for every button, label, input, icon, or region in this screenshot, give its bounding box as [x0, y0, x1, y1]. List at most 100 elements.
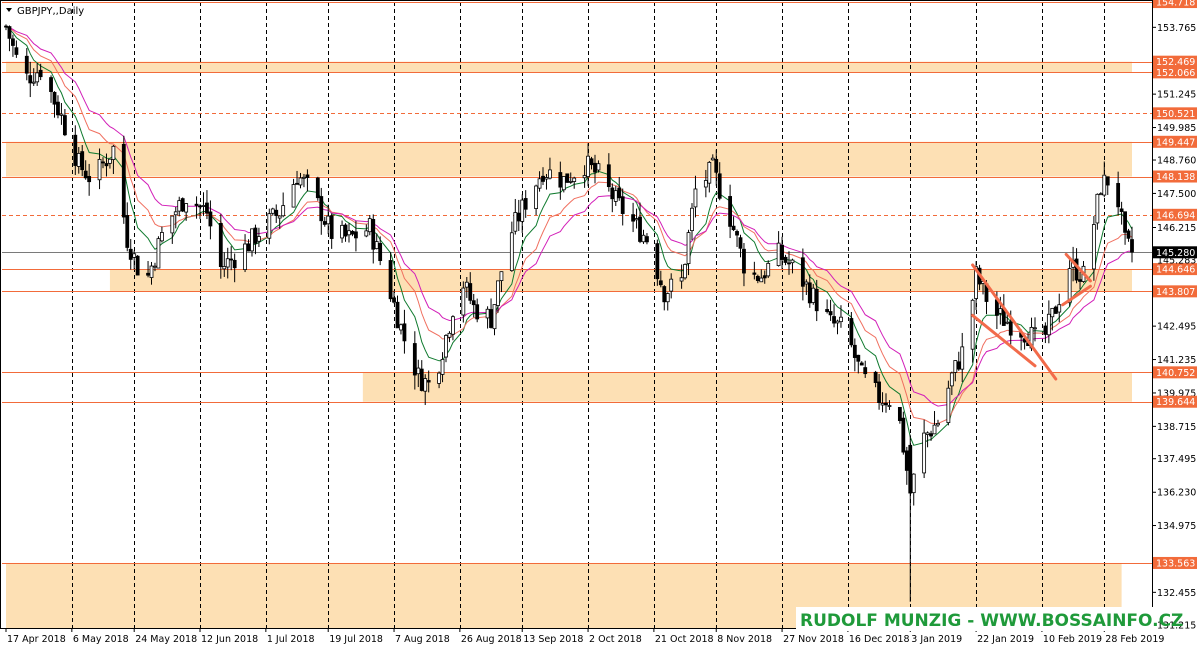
- candle-body: [1123, 211, 1127, 233]
- price-tag-label: 152.066: [1156, 68, 1195, 79]
- candle-body: [568, 180, 573, 183]
- candle-body: [225, 258, 230, 268]
- candle-body: [714, 158, 719, 173]
- candle-body: [780, 244, 784, 260]
- candle-body: [364, 230, 369, 237]
- candle-body: [412, 343, 417, 376]
- y-tick-label: 141.235: [1157, 355, 1196, 366]
- candle-body: [243, 243, 247, 270]
- x-tick-label: 2 Oct 2018: [589, 634, 642, 645]
- candle-body: [832, 316, 836, 324]
- candle-body: [38, 69, 43, 78]
- candle-body: [194, 203, 199, 206]
- candle-body: [582, 175, 587, 179]
- candle-body: [1046, 313, 1051, 336]
- candle-body: [201, 205, 206, 207]
- candle-body: [880, 402, 885, 406]
- candle-body: [205, 202, 209, 214]
- candle-body: [1043, 325, 1048, 335]
- candle-body: [641, 234, 646, 243]
- candle-body: [1078, 279, 1082, 282]
- y-tick-label: 134.975: [1157, 521, 1196, 532]
- candle-body: [177, 200, 182, 212]
- candle-body: [451, 316, 455, 335]
- candle-body: [572, 177, 577, 182]
- price-tag-label: 148.138: [1156, 172, 1195, 183]
- candle-body: [1102, 174, 1107, 196]
- candle-body: [887, 405, 892, 407]
- candle-body: [863, 367, 868, 375]
- y-tick-label: 146.215: [1157, 223, 1196, 234]
- candle-body: [523, 198, 528, 210]
- candle-body: [922, 432, 927, 474]
- candle-body: [184, 203, 189, 213]
- candle-body: [489, 309, 493, 328]
- candle-body: [1074, 258, 1079, 281]
- price-tag-label: 133.563: [1156, 558, 1195, 569]
- candle-body: [62, 115, 67, 136]
- candle-body: [340, 224, 344, 239]
- candle-body: [471, 300, 476, 306]
- watermark-text: RUDOLF MUNZIG - WWW.BOSSAINFO.CZ: [800, 611, 1183, 631]
- candle-body: [374, 241, 379, 250]
- candle-body: [281, 205, 286, 217]
- candle-body: [1095, 193, 1100, 224]
- candle-body: [742, 248, 746, 274]
- candle-body: [884, 402, 888, 406]
- candle-body: [561, 176, 566, 191]
- candle-body: [606, 164, 611, 188]
- y-tick-label: 136.230: [1157, 488, 1196, 499]
- x-tick-label: 6 May 2018: [73, 634, 129, 645]
- candle-body: [444, 335, 448, 358]
- y-tick-label: 138.715: [1157, 422, 1196, 433]
- chart-container: 153.765 151.245 149.985 148.760 147.500 146.2…: [0, 0, 1200, 650]
- candle-body: [1119, 208, 1124, 212]
- candle-body: [908, 444, 913, 494]
- candle-body: [229, 258, 234, 261]
- candle-body: [596, 163, 601, 171]
- candle-body: [83, 170, 88, 179]
- candle-body: [1105, 176, 1110, 186]
- candle-body: [35, 72, 40, 83]
- candle-body: [936, 423, 940, 426]
- candle-body: [419, 368, 424, 391]
- candle-body: [811, 287, 816, 303]
- x-tick-label: 24 May 2018: [135, 634, 197, 645]
- x-tick-label: 28 Feb 2019: [1105, 634, 1164, 645]
- candle-body: [135, 255, 140, 276]
- price-tag-label: 149.447: [1156, 137, 1195, 148]
- candle-body: [839, 316, 843, 323]
- zone-1: [6, 141, 1132, 177]
- candle-body: [638, 216, 642, 242]
- x-tick-label: 27 Nov 2018: [783, 634, 844, 645]
- candle-body: [752, 272, 757, 275]
- candle-body: [298, 177, 303, 186]
- candle-body: [662, 286, 667, 303]
- chart-title: GBPJPY,,Daily: [17, 6, 84, 17]
- candle-body: [970, 299, 975, 350]
- candle-body: [544, 177, 549, 180]
- x-tick-label: 13 Sep 2018: [523, 634, 583, 645]
- y-tick-label: 149.985: [1157, 123, 1196, 134]
- chart-title-group: GBPJPY,,Daily: [6, 6, 84, 17]
- candle-body: [499, 271, 504, 282]
- candle-body: [620, 196, 625, 214]
- candle-body: [787, 262, 791, 265]
- candle-body: [925, 432, 930, 435]
- candle-body: [475, 304, 480, 320]
- candle-body: [509, 232, 514, 272]
- candle-body: [665, 293, 670, 303]
- candle-body: [800, 257, 805, 287]
- x-tick-label: 8 Nov 2018: [717, 634, 772, 645]
- candle-body: [693, 188, 698, 208]
- candle-body: [828, 311, 833, 316]
- x-tick-label: 7 Aug 2018: [395, 634, 450, 645]
- current-price-secondary-label: 145.283: [1157, 255, 1196, 266]
- candle-body: [153, 265, 157, 268]
- candle-body: [468, 283, 473, 301]
- candle-body: [613, 190, 618, 202]
- candle-body: [73, 134, 78, 166]
- candle-body: [932, 424, 937, 435]
- candle-body: [617, 187, 622, 199]
- price-tag-label: 140.752: [1156, 368, 1195, 379]
